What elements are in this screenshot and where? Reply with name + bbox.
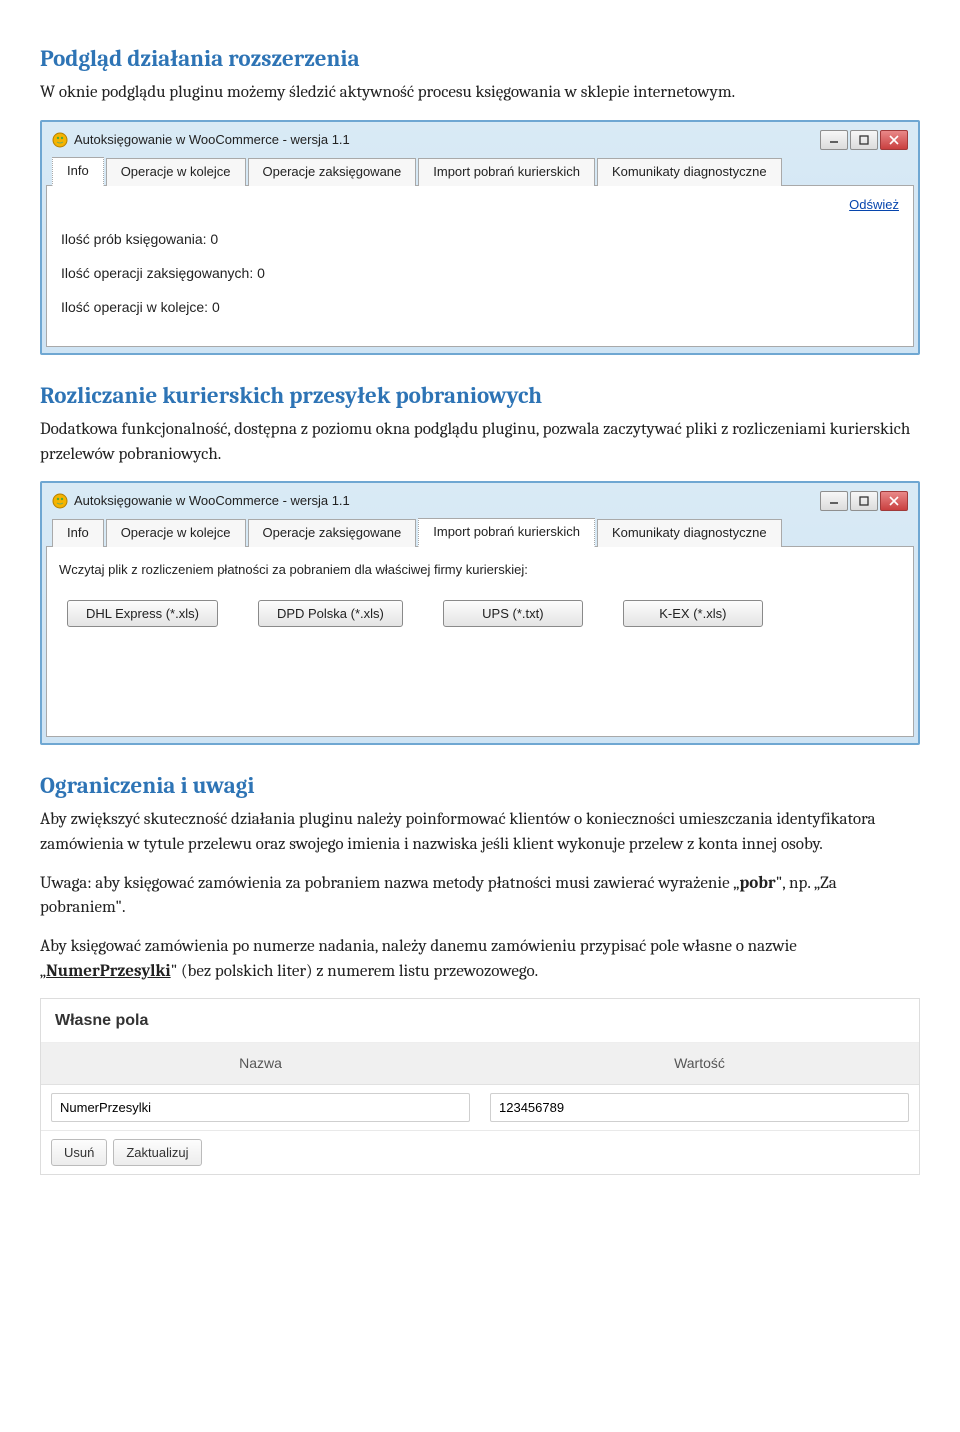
- app-title: Autoksięgowanie w WooCommerce - wersja 1…: [74, 131, 350, 150]
- section-text-settlement: Dodatkowa funkcjonalność, dostępna z poz…: [40, 418, 920, 467]
- minimize-button[interactable]: [820, 491, 848, 511]
- limits-p3-bold: NumerPrzesylki: [46, 962, 171, 981]
- section-title-settlement: Rozliczanie kurierskich przesyłek pobran…: [40, 379, 920, 412]
- tab-info[interactable]: Info: [52, 157, 104, 186]
- tab-diag[interactable]: Komunikaty diagnostyczne: [597, 519, 782, 547]
- app-window-info: Autoksięgowanie w WooCommerce - wersja 1…: [40, 120, 920, 355]
- minimize-button[interactable]: [820, 130, 848, 150]
- delete-button[interactable]: Usuń: [51, 1139, 107, 1166]
- wp-field-row: [41, 1085, 919, 1131]
- maximize-button[interactable]: [850, 491, 878, 511]
- app-window-import: Autoksięgowanie w WooCommerce - wersja 1…: [40, 481, 920, 745]
- window-buttons: [820, 491, 908, 511]
- wp-head-value: Wartość: [480, 1043, 919, 1083]
- tab-posted[interactable]: Operacje zaksięgowane: [248, 519, 417, 547]
- wp-head-name: Nazwa: [41, 1043, 480, 1083]
- wp-custom-fields-panel: Własne pola Nazwa Wartość Usuń Zaktualiz…: [40, 998, 920, 1174]
- stat-attempts: Ilość prób księgowania: 0: [61, 229, 899, 249]
- window-buttons: [820, 130, 908, 150]
- stat-queue: Ilość operacji w kolejce: 0: [61, 297, 899, 317]
- section-title-preview: Podgląd działania rozszerzenia: [40, 42, 920, 75]
- wp-actions: Usuń Zaktualizuj: [41, 1131, 919, 1174]
- titlebar: Autoksięgowanie w WooCommerce - wersja 1…: [46, 126, 914, 156]
- tab-queue[interactable]: Operacje w kolejce: [106, 519, 246, 547]
- limits-p1: Aby zwiększyć skuteczność działania plug…: [40, 808, 920, 857]
- tab-pane-import: Wczytaj plik z rozliczeniem płatności za…: [46, 547, 914, 737]
- button-dpd[interactable]: DPD Polska (*.xls): [258, 600, 403, 627]
- section-text-preview: W oknie podglądu pluginu możemy śledzić …: [40, 81, 920, 106]
- tab-import[interactable]: Import pobrań kurierskich: [418, 158, 595, 186]
- close-button[interactable]: [880, 130, 908, 150]
- wp-panel-title: Własne pola: [41, 999, 919, 1043]
- tab-row: Info Operacje w kolejce Operacje zaksięg…: [46, 156, 914, 186]
- close-button[interactable]: [880, 491, 908, 511]
- field-name-input[interactable]: [51, 1093, 470, 1122]
- section-title-limits: Ograniczenia i uwagi: [40, 769, 920, 802]
- tab-diag[interactable]: Komunikaty diagnostyczne: [597, 158, 782, 186]
- courier-button-row: DHL Express (*.xls) DPD Polska (*.xls) U…: [57, 596, 903, 631]
- limits-p2-bold: pobr: [739, 874, 775, 893]
- refresh-link[interactable]: Odśwież: [57, 196, 899, 215]
- tab-queue[interactable]: Operacje w kolejce: [106, 158, 246, 186]
- button-dhl[interactable]: DHL Express (*.xls): [67, 600, 218, 627]
- tab-posted[interactable]: Operacje zaksięgowane: [248, 158, 417, 186]
- tab-info[interactable]: Info: [52, 519, 104, 547]
- limits-p3-post: " (bez polskich liter) z numerem listu p…: [171, 962, 538, 981]
- maximize-button[interactable]: [850, 130, 878, 150]
- app-icon: [52, 132, 68, 148]
- tab-row: Info Operacje w kolejce Operacje zaksięg…: [46, 517, 914, 547]
- button-kex[interactable]: K-EX (*.xls): [623, 600, 763, 627]
- update-button[interactable]: Zaktualizuj: [113, 1139, 201, 1166]
- button-ups[interactable]: UPS (*.txt): [443, 600, 583, 627]
- stat-posted: Ilość operacji zaksięgowanych: 0: [61, 263, 899, 283]
- wp-header-row: Nazwa Wartość: [41, 1043, 919, 1084]
- tab-import[interactable]: Import pobrań kurierskich: [418, 518, 595, 547]
- tab-pane-info: Odśwież Ilość prób księgowania: 0 Ilość …: [46, 186, 914, 347]
- limits-p2-pre: Uwaga: aby księgować zamówienia za pobra…: [40, 874, 739, 893]
- limits-p3: Aby księgować zamówienia po numerze nada…: [40, 935, 920, 984]
- titlebar: Autoksięgowanie w WooCommerce - wersja 1…: [46, 487, 914, 517]
- field-value-input[interactable]: [490, 1093, 909, 1122]
- app-title: Autoksięgowanie w WooCommerce - wersja 1…: [74, 492, 350, 511]
- limits-p2: Uwaga: aby księgować zamówienia za pobra…: [40, 872, 920, 921]
- app-icon: [52, 493, 68, 509]
- import-prompt: Wczytaj plik z rozliczeniem płatności za…: [59, 561, 901, 580]
